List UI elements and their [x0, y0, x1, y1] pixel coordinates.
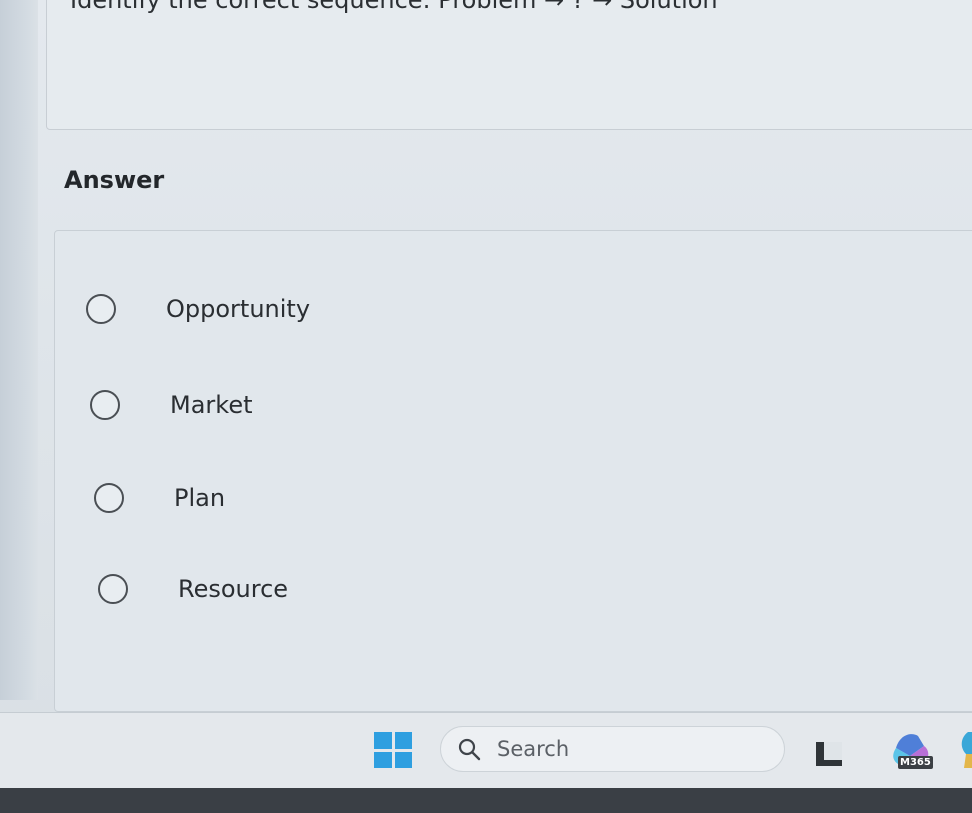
m365-badge: M365 [898, 756, 933, 769]
radio-button[interactable] [86, 294, 116, 324]
option-plan[interactable]: Plan [94, 483, 225, 513]
option-label: Market [170, 391, 253, 419]
answer-heading: Answer [64, 166, 165, 194]
option-label: Plan [174, 484, 226, 512]
windows-logo-icon[interactable] [374, 732, 412, 768]
taskbar-search-input[interactable]: Search [440, 726, 785, 772]
option-resource[interactable]: Resource [98, 574, 288, 604]
option-label: Opportunity [166, 295, 311, 323]
option-opportunity[interactable]: Opportunity [86, 294, 310, 324]
screen-bezel [0, 788, 972, 813]
radio-button[interactable] [94, 483, 124, 513]
radio-button[interactable] [90, 390, 120, 420]
pinned-app-icon[interactable] [956, 730, 972, 770]
option-label: Resource [178, 575, 289, 603]
windows-logo-tile [374, 751, 392, 768]
windows-logo-tile [374, 732, 392, 749]
radio-button[interactable] [98, 574, 128, 604]
option-market[interactable]: Market [90, 390, 253, 420]
question-card [46, 0, 972, 130]
question-text: Identify the correct sequence: Problem →… [70, 0, 718, 14]
search-icon [458, 738, 481, 761]
windows-logo-tile [394, 732, 412, 749]
windows-logo-tile [394, 751, 412, 768]
screen: Identify the correct sequence: Problem →… [0, 0, 972, 813]
search-placeholder: Search [497, 737, 570, 761]
left-edge-panel [0, 0, 38, 700]
file-explorer-icon[interactable] [812, 738, 846, 768]
